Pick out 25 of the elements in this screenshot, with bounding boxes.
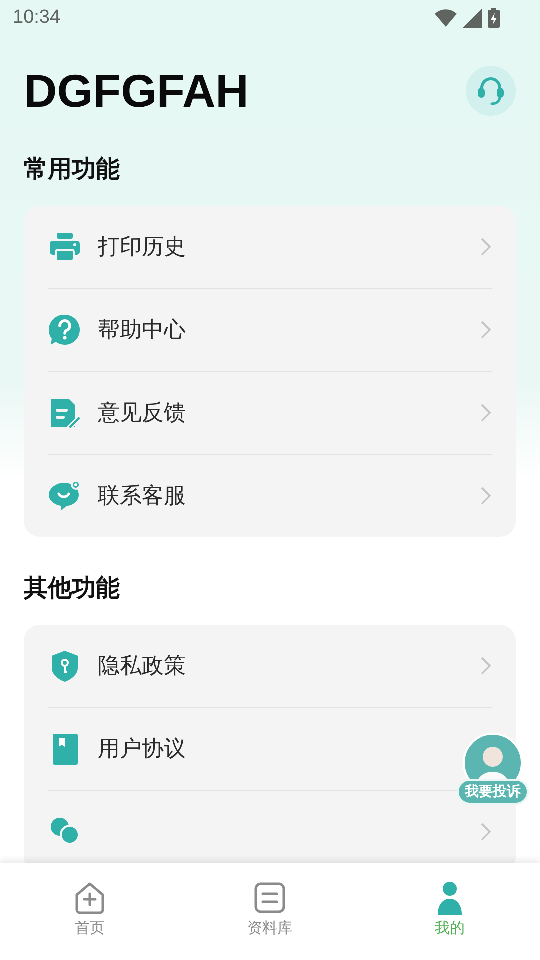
chevron-right-icon	[480, 486, 492, 506]
battery-icon	[488, 8, 500, 28]
page-title: DGFGFAH	[24, 64, 249, 118]
menu-item[interactable]: 隐私政策	[98, 651, 464, 681]
menu-item[interactable]: 联系客服	[98, 481, 464, 511]
menu-item[interactable]: 用户协议	[98, 734, 464, 764]
signal-icon	[463, 8, 482, 28]
home-icon	[73, 881, 107, 915]
menu-item[interactable]: 帮助中心	[98, 315, 464, 345]
help-icon	[48, 313, 82, 347]
menu-item[interactable]: 打印历史	[98, 232, 464, 262]
chevron-right-icon	[480, 237, 492, 257]
section-title: 其他功能	[24, 573, 121, 603]
wifi-icon	[435, 9, 457, 27]
chevron-right-icon	[480, 320, 492, 340]
chat-bubble-icon	[48, 479, 82, 513]
status-time: 10:34	[13, 7, 61, 29]
chevron-right-icon	[480, 403, 492, 423]
section-title: 常用功能	[24, 154, 121, 184]
document-icon	[253, 881, 287, 915]
document-edit-icon	[48, 396, 82, 430]
menu-item[interactable]: 意见反馈	[98, 398, 464, 428]
customer-service-button[interactable]	[466, 66, 516, 116]
chevron-right-icon	[480, 822, 492, 842]
chevron-right-icon	[480, 656, 492, 676]
